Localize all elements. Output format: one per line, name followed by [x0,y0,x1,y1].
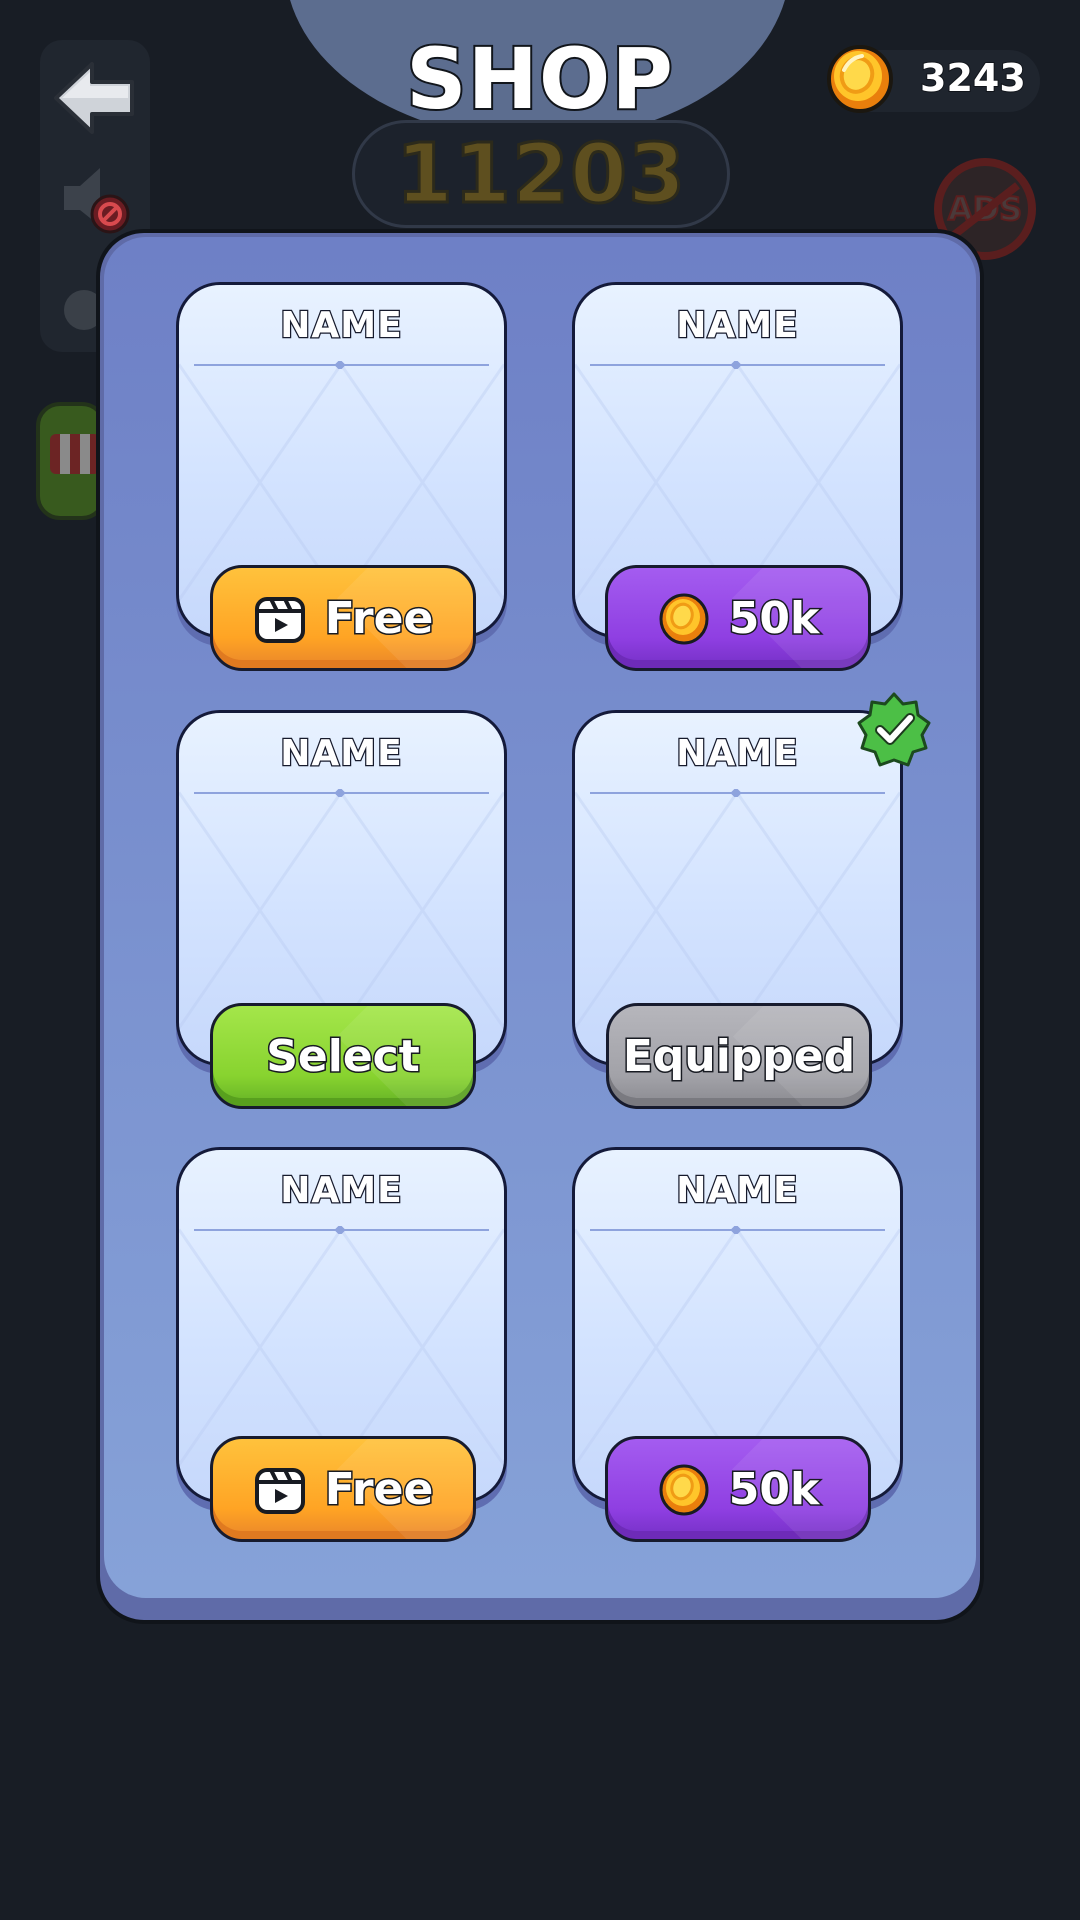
card-divider [590,361,885,369]
coin-icon [659,1464,709,1516]
buy-button[interactable]: 50k [605,565,871,671]
card-divider [194,789,489,797]
score-display: 11203 [352,120,730,228]
video-reel-icon [254,597,305,643]
buy-button[interactable]: 50k [605,1436,871,1542]
coin-count: 3243 [919,55,1027,101]
shop-screen: 11203 ADS SHOP 3243 NAME NAME [0,0,1080,1920]
price-label: 50k [727,591,820,645]
free-button-label: Free [323,1462,435,1516]
item-name: NAME [279,732,403,776]
coin-icon [659,593,709,645]
select-button-label: Select [265,1029,422,1083]
free-button-label: Free [323,591,435,645]
card-divider [590,789,885,797]
card-divider [590,1226,885,1234]
item-name: NAME [279,1169,403,1213]
select-button[interactable]: Select [210,1003,476,1109]
card-divider [194,361,489,369]
equipped-button: Equipped [606,1003,872,1109]
check-badge-icon [857,692,931,767]
coin-icon [827,45,893,113]
item-name: NAME [675,732,799,776]
store-awning [50,434,100,474]
item-name: NAME [279,304,403,348]
item-name: NAME [675,1169,799,1213]
price-label: 50k [727,1462,820,1516]
free-button[interactable]: Free [210,565,476,671]
sound-muted-icon[interactable] [60,160,136,236]
free-button[interactable]: Free [210,1436,476,1542]
item-name: NAME [675,304,799,348]
video-reel-icon [254,1468,305,1514]
equipped-button-label: Equipped [621,1029,856,1083]
card-divider [194,1226,489,1234]
score-value: 11203 [394,125,687,223]
